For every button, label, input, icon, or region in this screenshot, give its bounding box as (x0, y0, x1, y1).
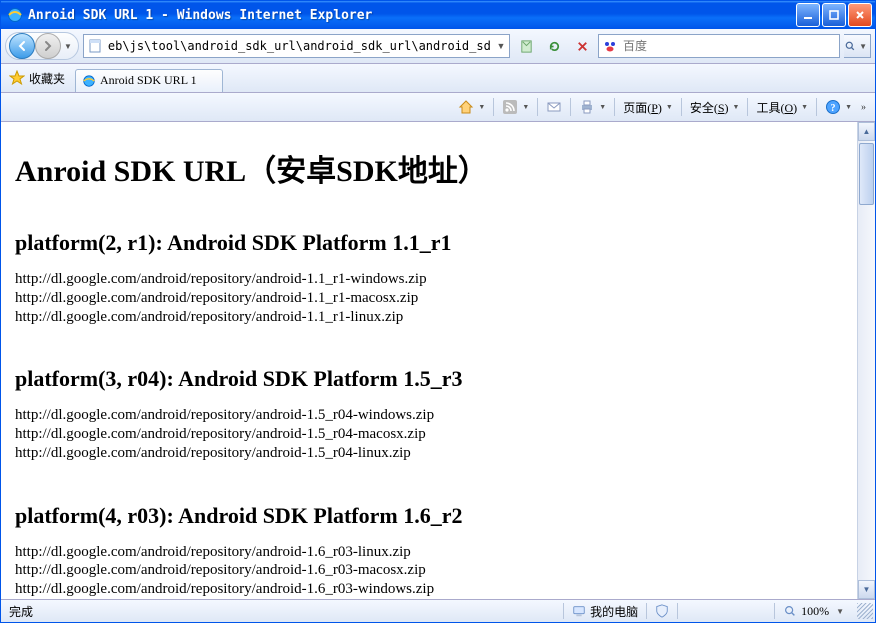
status-text: 完成 (1, 600, 41, 622)
favorites-label: 收藏夹 (29, 70, 65, 87)
address-input[interactable] (106, 38, 493, 54)
refresh-button[interactable] (542, 34, 566, 58)
stop-button[interactable] (570, 34, 594, 58)
readmail-button[interactable] (543, 94, 565, 120)
vertical-scrollbar[interactable]: ▲ ▼ (857, 122, 875, 599)
svg-text:?: ? (831, 103, 836, 114)
zoom-control[interactable]: 100% ▼ (775, 600, 855, 622)
compat-view-button[interactable] (514, 34, 538, 58)
separator (614, 98, 615, 116)
separator (493, 98, 494, 116)
download-url: http://dl.google.com/android/repository/… (15, 543, 843, 562)
page-menu[interactable]: 页面(P)▼ (620, 94, 676, 120)
computer-icon (572, 604, 586, 618)
download-url: http://dl.google.com/android/repository/… (15, 270, 843, 289)
status-bar: 完成 我的电脑 100% ▼ (1, 599, 875, 622)
scroll-up-button[interactable]: ▲ (858, 122, 875, 141)
separator (747, 98, 748, 116)
separator (537, 98, 538, 116)
feeds-button[interactable]: ▼ (499, 94, 532, 120)
scroll-down-button[interactable]: ▼ (858, 580, 875, 599)
section-heading: platform(4, r03): Android SDK Platform 1… (15, 503, 843, 529)
safety-menu[interactable]: 安全(S)▼ (687, 94, 743, 120)
address-bar[interactable]: ▼ (83, 34, 510, 58)
tab-title: Anroid SDK URL 1 (100, 73, 197, 88)
separator (681, 98, 682, 116)
scroll-thumb[interactable] (859, 143, 874, 205)
print-button[interactable]: ▼ (576, 94, 609, 120)
download-url: http://dl.google.com/android/repository/… (15, 308, 843, 327)
page-heading: Anroid SDK URL（安卓SDK地址） (15, 146, 843, 190)
navigation-bar: ▼ ▼ ▼ (1, 29, 875, 64)
zoom-icon (783, 604, 797, 618)
overflow-chevron[interactable]: » (858, 102, 869, 113)
baidu-icon (602, 38, 618, 54)
forward-button[interactable] (35, 33, 61, 59)
section-heading: platform(3, r04): Android SDK Platform 1… (15, 366, 843, 392)
zoom-dropdown[interactable]: ▼ (833, 607, 847, 616)
separator (816, 98, 817, 116)
scroll-track[interactable] (858, 141, 875, 580)
favorites-bar: 收藏夹 Anroid SDK URL 1 (1, 64, 875, 93)
maximize-button[interactable] (822, 3, 846, 27)
star-icon (9, 70, 25, 86)
command-bar: ▼ ▼ ▼ 页面(P)▼ 安全(S)▼ 工具(O)▼ ?▼ » (1, 93, 875, 122)
address-dropdown[interactable]: ▼ (493, 41, 509, 51)
separator (570, 98, 571, 116)
shield-icon (655, 604, 669, 618)
download-url: http://dl.google.com/android/repository/… (15, 444, 843, 463)
favorites-button[interactable]: 收藏夹 (5, 68, 69, 89)
status-protected[interactable] (647, 600, 677, 622)
close-button[interactable] (848, 3, 872, 27)
window-title: Anroid SDK URL 1 - Windows Internet Expl… (28, 8, 794, 23)
nav-history-group: ▼ (5, 32, 79, 60)
nav-history-dropdown[interactable]: ▼ (61, 42, 75, 51)
help-button[interactable]: ?▼ (822, 94, 855, 120)
page-body[interactable]: Anroid SDK URL（安卓SDK地址） platform(2, r1):… (1, 122, 857, 599)
search-input[interactable] (621, 38, 839, 55)
menu-label: 工具(O) (756, 99, 797, 116)
download-url: http://dl.google.com/android/repository/… (15, 561, 843, 580)
back-button[interactable] (9, 33, 35, 59)
download-url: http://dl.google.com/android/repository/… (15, 406, 843, 425)
tab-current[interactable]: Anroid SDK URL 1 (75, 69, 223, 92)
tab-page-icon (82, 74, 96, 88)
minimize-button[interactable] (796, 3, 820, 27)
search-dropdown[interactable]: ▼ (856, 42, 870, 51)
home-button[interactable]: ▼ (455, 94, 488, 120)
status-extra (678, 600, 774, 622)
content-viewport: Anroid SDK URL（安卓SDK地址） platform(2, r1):… (1, 122, 875, 599)
search-box[interactable] (598, 34, 840, 58)
menu-label: 安全(S) (690, 99, 729, 116)
resize-grip[interactable] (857, 603, 873, 619)
download-url: http://dl.google.com/android/repository/… (15, 425, 843, 444)
tools-menu[interactable]: 工具(O)▼ (753, 94, 811, 120)
ie-logo-icon (7, 7, 23, 23)
download-url: http://dl.google.com/android/repository/… (15, 289, 843, 308)
menu-label: 页面(P) (623, 99, 662, 116)
titlebar[interactable]: Anroid SDK URL 1 - Windows Internet Expl… (1, 1, 875, 29)
page-icon (87, 38, 103, 54)
status-zone[interactable]: 我的电脑 (564, 600, 646, 622)
download-url: http://dl.google.com/android/repository/… (15, 580, 843, 599)
ie-window: Anroid SDK URL 1 - Windows Internet Expl… (0, 0, 876, 623)
section-heading: platform(2, r1): Android SDK Platform 1.… (15, 230, 843, 256)
search-go-button[interactable]: ▼ (844, 34, 871, 58)
